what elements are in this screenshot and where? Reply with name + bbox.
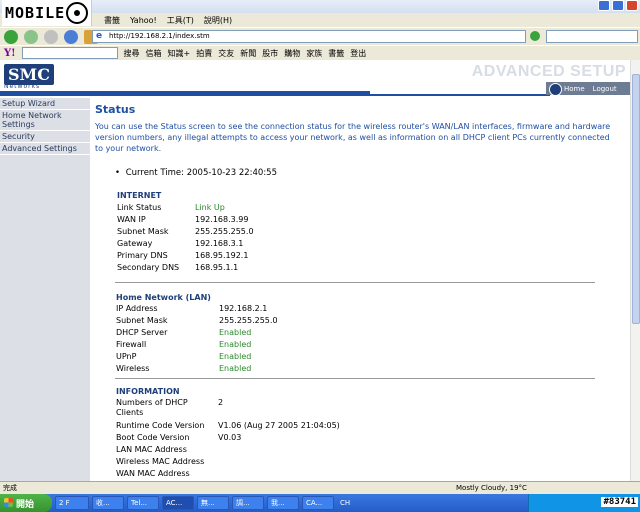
address-bar[interactable]: http://192.168.2.1/index.stm	[92, 30, 526, 43]
forward-icon[interactable]	[24, 29, 38, 44]
windows-taskbar: 開始 2 F 收... Tel... AC... 無... 調... 我... …	[0, 494, 640, 512]
yahoo-link-groups[interactable]: 家族	[306, 48, 322, 59]
home-network-heading: Home Network (LAN)	[116, 293, 211, 302]
stop-icon[interactable]	[44, 29, 58, 44]
yahoo-logo[interactable]: Y!	[4, 48, 16, 59]
taskbar-item[interactable]: AC...	[162, 496, 194, 510]
taskbar-item[interactable]: 2 F	[55, 496, 89, 510]
section-divider	[115, 282, 595, 283]
language-indicator[interactable]: CH	[340, 499, 350, 507]
back-icon[interactable]	[4, 29, 18, 44]
taskbar-item[interactable]: CA...	[302, 496, 334, 510]
menu-yahoo[interactable]: Yahoo!	[130, 16, 157, 25]
current-time-value: 2005-10-23 22:40:55	[186, 168, 277, 178]
minimize-button[interactable]	[598, 0, 610, 11]
taskbar-item[interactable]: 無...	[197, 496, 229, 510]
start-button[interactable]: 開始	[0, 494, 52, 512]
sidebar-item-home-network[interactable]: Home Network Settings	[0, 110, 90, 131]
yahoo-toolbar: Y! 搜尋 信箱 知識+ 拍賣 交友 新聞 股市 購物 家族 書籤 登出	[0, 45, 640, 60]
maximize-button[interactable]	[612, 0, 624, 11]
home-link[interactable]: Home	[564, 85, 585, 93]
page-scrollbar[interactable]	[630, 60, 640, 481]
yahoo-link-knowledge[interactable]: 知識+	[168, 48, 191, 59]
router-web-page: SMC Networks ADVANCED SETUP Home Logout …	[0, 60, 630, 481]
yahoo-link-stocks[interactable]: 股市	[262, 48, 278, 59]
header-strip	[0, 91, 370, 96]
section-divider	[115, 378, 595, 379]
status-text: 完成	[3, 484, 17, 492]
taskbar-item[interactable]: 我...	[267, 496, 299, 510]
mobile01-watermark: MOBILE	[2, 0, 93, 26]
go-icon[interactable]	[530, 31, 540, 41]
window-controls	[598, 0, 638, 11]
eye-logo-icon	[66, 2, 89, 24]
information-heading: INFORMATION	[116, 387, 180, 396]
taskbar-item[interactable]: Tel...	[127, 496, 159, 510]
current-time-label: Current Time:	[125, 168, 185, 178]
current-time: • Current Time: 2005-10-23 22:40:55	[115, 168, 277, 178]
status-intro: You can use the Status screen to see the…	[95, 122, 611, 153]
weather-indicator: Mostly Cloudy, 19°C	[456, 484, 527, 492]
menu-tools[interactable]: 工具(T)	[167, 15, 194, 26]
header-strip-thin	[370, 94, 550, 96]
yahoo-link-bookmarks[interactable]: 書籤	[328, 48, 344, 59]
page-title: Status	[95, 103, 136, 116]
menu-bookmarks[interactable]: 書籤	[104, 15, 120, 26]
internet-heading: INTERNET	[117, 191, 162, 200]
yahoo-search-input[interactable]	[21, 47, 118, 59]
search-input[interactable]	[546, 30, 638, 43]
menu-bar: 書籤 Yahoo! 工具(T) 說明(H)	[0, 13, 640, 27]
yahoo-link-shopping[interactable]: 購物	[284, 48, 300, 59]
menu-help[interactable]: 說明(H)	[204, 15, 232, 26]
logout-link[interactable]: Logout	[593, 85, 617, 93]
refresh-icon[interactable]	[64, 29, 78, 44]
router-sidebar: Setup Wizard Home Network Settings Secur…	[0, 98, 90, 481]
taskbar-item[interactable]: 調...	[232, 496, 264, 510]
taskbar-item[interactable]: 收...	[92, 496, 124, 510]
yahoo-link-news[interactable]: 新聞	[240, 48, 256, 59]
top-links: Home Logout	[546, 82, 630, 96]
bullet-icon: •	[115, 168, 121, 178]
status-content: Status You can use the Status screen to …	[95, 103, 627, 478]
yahoo-link-logout[interactable]: 登出	[350, 48, 366, 59]
browser-toolbar: http://192.168.2.1/index.stm	[0, 27, 640, 45]
yahoo-link-mail[interactable]: 信箱	[146, 48, 162, 59]
smc-logo: SMC	[4, 64, 54, 85]
watermark-text: MOBILE	[5, 4, 66, 22]
yahoo-link-dating[interactable]: 交友	[218, 48, 234, 59]
sidebar-item-setup-wizard[interactable]: Setup Wizard	[0, 98, 90, 110]
system-tray: #83741	[528, 494, 640, 512]
sidebar-item-advanced[interactable]: Advanced Settings	[0, 143, 90, 155]
yahoo-link-search[interactable]: 搜尋	[124, 48, 140, 59]
advanced-setup-banner: ADVANCED SETUP	[471, 63, 626, 80]
window-title-bar	[0, 0, 640, 13]
browser-status-bar: 完成 Mostly Cloudy, 19°C	[0, 481, 640, 494]
smc-logo-subtitle: Networks	[4, 83, 41, 90]
sidebar-item-security[interactable]: Security	[0, 131, 90, 143]
image-id-tag: #83741	[601, 497, 638, 507]
scroll-thumb[interactable]	[632, 74, 640, 324]
yahoo-link-auction[interactable]: 拍賣	[196, 48, 212, 59]
close-button[interactable]	[626, 0, 638, 11]
